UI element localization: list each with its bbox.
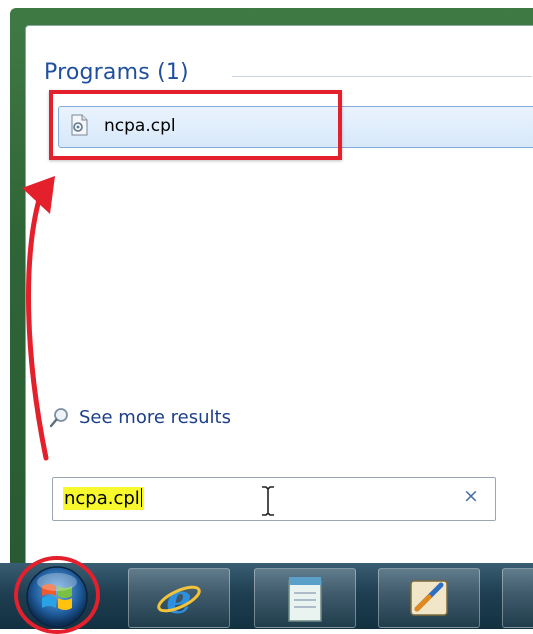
internet-explorer-icon: e: [157, 576, 201, 621]
svg-text:e: e: [166, 576, 191, 621]
close-icon[interactable]: ×: [460, 485, 482, 507]
red-circle-annotation: [14, 556, 100, 634]
taskbar-app[interactable]: [378, 568, 480, 628]
app-icon: [410, 580, 448, 616]
search-icon: [48, 406, 72, 430]
taskbar-notepad[interactable]: [254, 568, 356, 628]
search-input-value[interactable]: ncpa.cpl: [63, 487, 144, 510]
notepad-icon: [288, 577, 322, 622]
taskbar-internet-explorer[interactable]: e: [128, 568, 230, 628]
see-more-label[interactable]: See more results: [79, 407, 231, 428]
red-arrow-annotation: [22, 176, 55, 461]
taskbar-item-partial[interactable]: [502, 568, 533, 628]
text-cursor-icon: [259, 485, 277, 517]
